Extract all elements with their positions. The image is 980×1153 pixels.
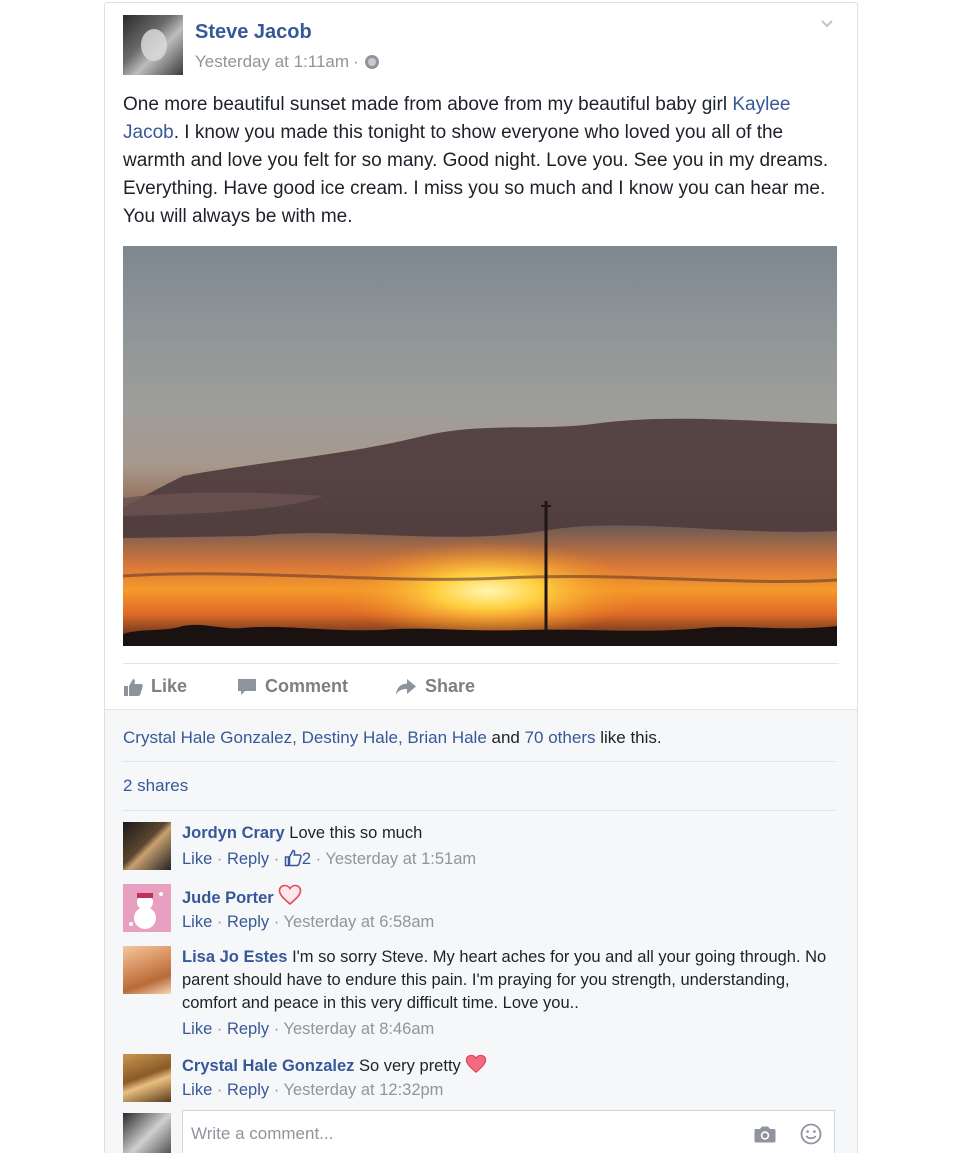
comment-button[interactable]: Comment (237, 676, 348, 697)
comment-body: Lisa Jo Estes I'm so sorry Steve. My hea… (182, 946, 832, 1041)
author-avatar[interactable] (123, 15, 183, 75)
shares-link[interactable]: 2 shares (123, 776, 188, 796)
liker-2[interactable]: Destiny Hale (302, 728, 398, 747)
dot-separator: · (269, 913, 284, 931)
commenter-name[interactable]: Jude Porter (182, 889, 274, 907)
liker-3[interactable]: Brian Hale (407, 728, 486, 747)
heart-icon (466, 1054, 487, 1074)
comment-reactions[interactable]: 2 (284, 849, 311, 868)
comment-label: Comment (265, 676, 349, 696)
dot-separator: · (269, 1081, 284, 1099)
likes-suffix: like this. (595, 728, 662, 747)
comment-reply-link[interactable]: Reply (227, 1081, 269, 1099)
comment-item: Crystal Hale Gonzalez So very pretty Lik… (123, 1054, 835, 1104)
current-user-avatar (123, 1113, 171, 1153)
comment-time[interactable]: Yesterday at 12:32pm (284, 1081, 444, 1099)
reaction-count: 2 (301, 850, 311, 868)
dot-separator: · (269, 1020, 284, 1038)
like-icon (124, 678, 143, 696)
post-text: One more beautiful sunset made from abov… (123, 91, 839, 231)
post-card: Steve Jacob Yesterday at 1:11am · One mo… (104, 2, 858, 1153)
dot-separator: · (212, 850, 227, 868)
comment-item: Jude Porter Like · Reply · Yesterday at … (123, 884, 835, 934)
heart-icon (278, 884, 302, 906)
dot-separator: · (269, 850, 284, 868)
divider (123, 810, 835, 811)
likes-comma-1: , (292, 728, 302, 747)
comment-time[interactable]: Yesterday at 6:58am (284, 913, 435, 931)
post-footer: Crystal Hale Gonzalez, Destiny Hale, Bri… (105, 709, 857, 1153)
comment-input[interactable] (191, 1124, 691, 1144)
likes-others-link[interactable]: 70 others (525, 728, 596, 747)
camera-icon[interactable] (754, 1125, 776, 1143)
share-icon (396, 678, 416, 695)
dot-separator: · (212, 1081, 227, 1099)
comment-item: Jordyn Crary Love this so much Like · Re… (123, 822, 835, 872)
commenter-name[interactable]: Crystal Hale Gonzalez (182, 1057, 354, 1075)
write-comment-box[interactable] (182, 1110, 835, 1153)
comment-like-link[interactable]: Like (182, 1081, 212, 1099)
commenter-name[interactable]: Jordyn Crary (182, 824, 285, 842)
share-label: Share (425, 676, 476, 696)
comment-time[interactable]: Yesterday at 1:51am (325, 850, 476, 868)
globe-icon[interactable] (364, 55, 379, 69)
like-button[interactable]: Like (123, 676, 187, 697)
comment-item: Lisa Jo Estes I'm so sorry Steve. My hea… (123, 946, 835, 1046)
likes-comma-2: , (397, 728, 408, 747)
commenter-name[interactable]: Lisa Jo Estes (182, 948, 287, 966)
post-timestamp[interactable]: Yesterday at 1:11am (195, 52, 349, 72)
comment-icon (238, 678, 256, 695)
comment-time[interactable]: Yesterday at 8:46am (284, 1020, 435, 1038)
comment-reply-link[interactable]: Reply (227, 913, 269, 931)
thumbs-up-icon (284, 849, 302, 867)
post-meta: Yesterday at 1:11am · (195, 52, 379, 72)
comment-body: Jude Porter Like · Reply · Yesterday at … (182, 884, 832, 934)
commenter-avatar[interactable] (123, 822, 171, 870)
comment-like-link[interactable]: Like (182, 850, 212, 868)
comment-reply-link[interactable]: Reply (227, 850, 269, 868)
comment-reply-link[interactable]: Reply (227, 1020, 269, 1038)
liker-1[interactable]: Crystal Hale Gonzalez (123, 728, 292, 747)
commenter-avatar[interactable] (123, 1054, 171, 1102)
dot-separator: · (212, 1020, 227, 1038)
post-photo[interactable] (123, 246, 837, 646)
comment-like-link[interactable]: Like (182, 913, 212, 931)
comment-body: Crystal Hale Gonzalez So very pretty Lik… (182, 1054, 832, 1102)
dot-separator: · (311, 850, 326, 868)
author-name[interactable]: Steve Jacob (195, 21, 312, 44)
smiley-icon[interactable] (800, 1123, 822, 1145)
likes-and: and (486, 728, 525, 747)
commenter-avatar[interactable] (123, 946, 171, 994)
post-text-before: One more beautiful sunset made from abov… (123, 94, 733, 115)
likes-summary: Crystal Hale Gonzalez, Destiny Hale, Bri… (123, 728, 662, 748)
post-actions: Like Comment Share (123, 663, 839, 709)
comment-text: So very pretty (354, 1057, 461, 1075)
comment-text: Love this so much (284, 824, 423, 842)
post-text-after: . I know you made this tonight to show e… (123, 122, 829, 227)
post-header: Steve Jacob Yesterday at 1:11am · (123, 15, 839, 75)
commenter-avatar[interactable] (123, 884, 171, 932)
dot-separator: · (212, 913, 227, 931)
divider (123, 761, 835, 762)
like-label: Like (151, 676, 188, 696)
comment-body: Jordyn Crary Love this so much Like · Re… (182, 822, 832, 871)
share-button[interactable]: Share (395, 676, 475, 697)
chevron-down-icon[interactable] (815, 15, 839, 39)
comment-like-link[interactable]: Like (182, 1020, 212, 1038)
meta-separator: · (353, 52, 359, 71)
